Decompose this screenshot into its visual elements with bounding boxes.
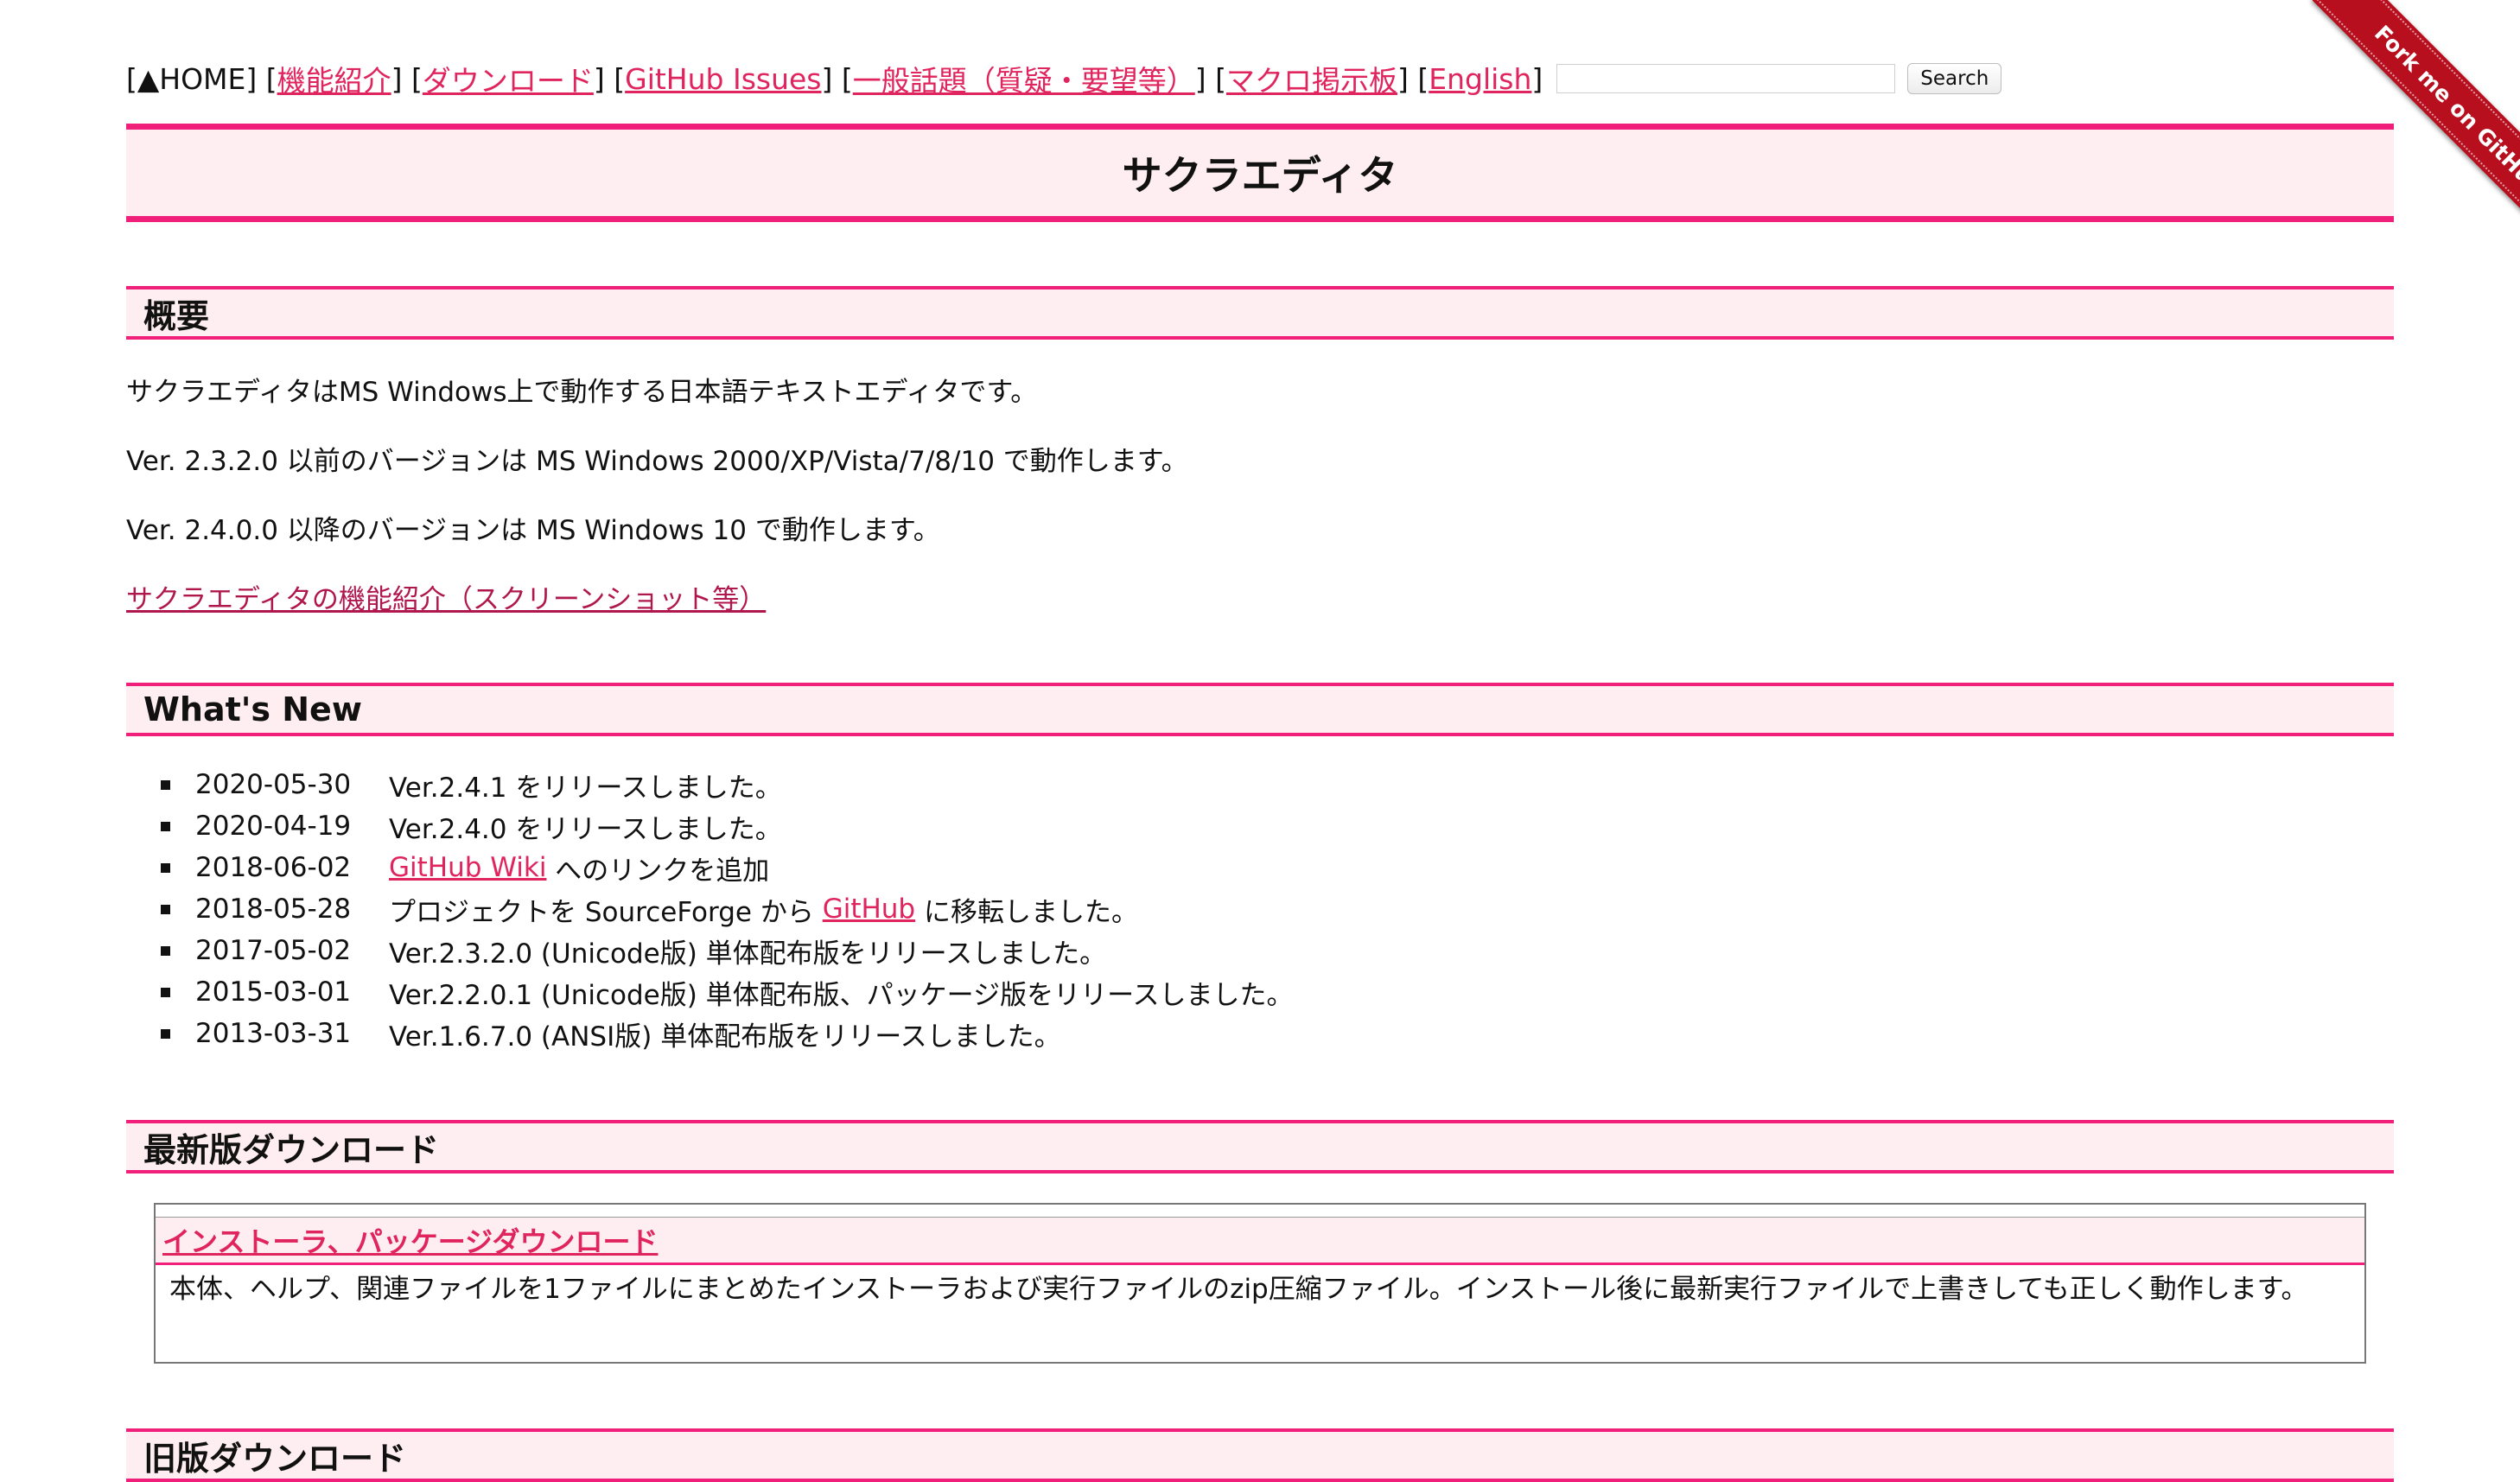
old-download-heading-bar: 旧版ダウンロード bbox=[126, 1428, 2394, 1482]
nav-general-topics-link[interactable]: 一般話題（質疑・要望等） bbox=[853, 58, 1195, 99]
whats-new-heading: What's New bbox=[143, 690, 362, 728]
news-item: 2018-06-02 GitHub Wiki へのリンクを追加 bbox=[161, 847, 1294, 888]
overview-heading: 概要 bbox=[143, 296, 210, 335]
installer-download-link[interactable]: インストーラ、パッケージダウンロード bbox=[162, 1220, 658, 1260]
nav-github-issues-link[interactable]: GitHub Issues bbox=[625, 62, 821, 96]
features-screenshot-link[interactable]: サクラエディタの機能紹介（スクリーンショット等） bbox=[126, 584, 766, 615]
nav-home-link[interactable]: ▲HOME bbox=[137, 62, 246, 96]
bullet-icon bbox=[161, 904, 170, 914]
news-item: 2013-03-31 Ver.1.6.7.0 (ANSI版) 単体配布版をリリー… bbox=[161, 1013, 1294, 1054]
latest-download-heading: 最新版ダウンロード bbox=[143, 1130, 440, 1169]
news-date: 2018-06-02 bbox=[195, 852, 352, 883]
news-text: Ver.2.4.0 をリリースしました。 bbox=[389, 813, 782, 845]
nav-download-link[interactable]: ダウンロード bbox=[423, 58, 594, 99]
news-date: 2013-03-31 bbox=[195, 1018, 352, 1049]
download-box-heading: インストーラ、パッケージダウンロード bbox=[156, 1218, 2364, 1265]
news-text: Ver.2.4.1 をリリースしました。 bbox=[389, 772, 782, 804]
whats-new-heading-bar: What's New bbox=[126, 683, 2394, 736]
search-button[interactable]: Search bbox=[1907, 63, 2002, 94]
download-box: インストーラ、パッケージダウンロード 本体、ヘルプ、関連ファイルを1ファイルにま… bbox=[154, 1203, 2366, 1364]
news-item: 2017-05-02 Ver.2.3.2.0 (Unicode版) 単体配布版を… bbox=[161, 930, 1294, 971]
nav-features-link[interactable]: 機能紹介 bbox=[277, 58, 391, 99]
news-text-prefix: プロジェクトを SourceForge から bbox=[389, 896, 814, 928]
news-date: 2018-05-28 bbox=[195, 894, 352, 925]
top-navigation: [▲HOME] [機能紹介] [ダウンロード] [GitHub Issues] … bbox=[126, 57, 2002, 100]
bullet-icon bbox=[161, 1028, 170, 1039]
download-box-description: 本体、ヘルプ、関連ファイルを1ファイルにまとめたインストーラおよび実行ファイルの… bbox=[169, 1274, 2308, 1305]
github-wiki-link[interactable]: GitHub Wiki bbox=[389, 852, 546, 883]
download-box-top-border bbox=[156, 1205, 2364, 1218]
page-title: サクラエディタ bbox=[1122, 152, 1398, 199]
overview-paragraph-1: サクラエディタはMS Windows上で動作する日本語テキストエディタです。 bbox=[126, 377, 1038, 408]
news-item: 2020-04-19 Ver.2.4.0 をリリースしました。 bbox=[161, 805, 1294, 847]
ribbon-label: Fork me on GitHub bbox=[2370, 20, 2520, 200]
news-item: 2020-05-30 Ver.2.4.1 をリリースしました。 bbox=[161, 764, 1294, 805]
news-date: 2015-03-01 bbox=[195, 976, 352, 1008]
overview-link-line: サクラエディタの機能紹介（スクリーンショット等） bbox=[126, 577, 766, 616]
bullet-icon bbox=[161, 821, 170, 831]
news-text: へのリンクを追加 bbox=[555, 855, 770, 887]
bullet-icon bbox=[161, 779, 170, 790]
nav-english-link[interactable]: English bbox=[1429, 62, 1531, 96]
news-item: 2018-05-28 プロジェクトを SourceForge から GitHub… bbox=[161, 888, 1294, 930]
news-date: 2020-04-19 bbox=[195, 811, 352, 842]
news-item: 2015-03-01 Ver.2.2.0.1 (Unicode版) 単体配布版、… bbox=[161, 971, 1294, 1013]
github-link[interactable]: GitHub bbox=[823, 894, 915, 925]
overview-heading-bar: 概要 bbox=[126, 286, 2394, 340]
news-date: 2017-05-02 bbox=[195, 935, 352, 966]
title-bar: サクラエディタ bbox=[126, 124, 2394, 222]
search-input[interactable] bbox=[1556, 64, 1896, 93]
old-download-heading: 旧版ダウンロード bbox=[143, 1439, 407, 1478]
overview-paragraph-2: Ver. 2.3.2.0 以前のバージョンは MS Windows 2000/X… bbox=[126, 446, 1188, 477]
github-ribbon-container: Fork me on GitHub bbox=[2278, 0, 2520, 259]
fork-me-on-github-ribbon[interactable]: Fork me on GitHub bbox=[2312, 0, 2520, 258]
news-text: に移転しました。 bbox=[923, 896, 1138, 928]
overview-paragraph-3: Ver. 2.4.0.0 以降のバージョンは MS Windows 10 で動作… bbox=[126, 515, 940, 546]
news-date: 2020-05-30 bbox=[195, 769, 352, 800]
news-list: 2020-05-30 Ver.2.4.1 をリリースしました。 2020-04-… bbox=[161, 764, 1294, 1054]
news-text: Ver.2.3.2.0 (Unicode版) 単体配布版をリリースしました。 bbox=[389, 938, 1107, 970]
news-text: Ver.1.6.7.0 (ANSI版) 単体配布版をリリースしました。 bbox=[389, 1021, 1061, 1053]
bullet-icon bbox=[161, 945, 170, 956]
bullet-icon bbox=[161, 987, 170, 997]
bullet-icon bbox=[161, 862, 170, 873]
news-text: Ver.2.2.0.1 (Unicode版) 単体配布版、パッケージ版をリリース… bbox=[389, 979, 1294, 1011]
latest-download-heading-bar: 最新版ダウンロード bbox=[126, 1120, 2394, 1174]
nav-macro-board-link[interactable]: マクロ掲示板 bbox=[1226, 58, 1397, 99]
